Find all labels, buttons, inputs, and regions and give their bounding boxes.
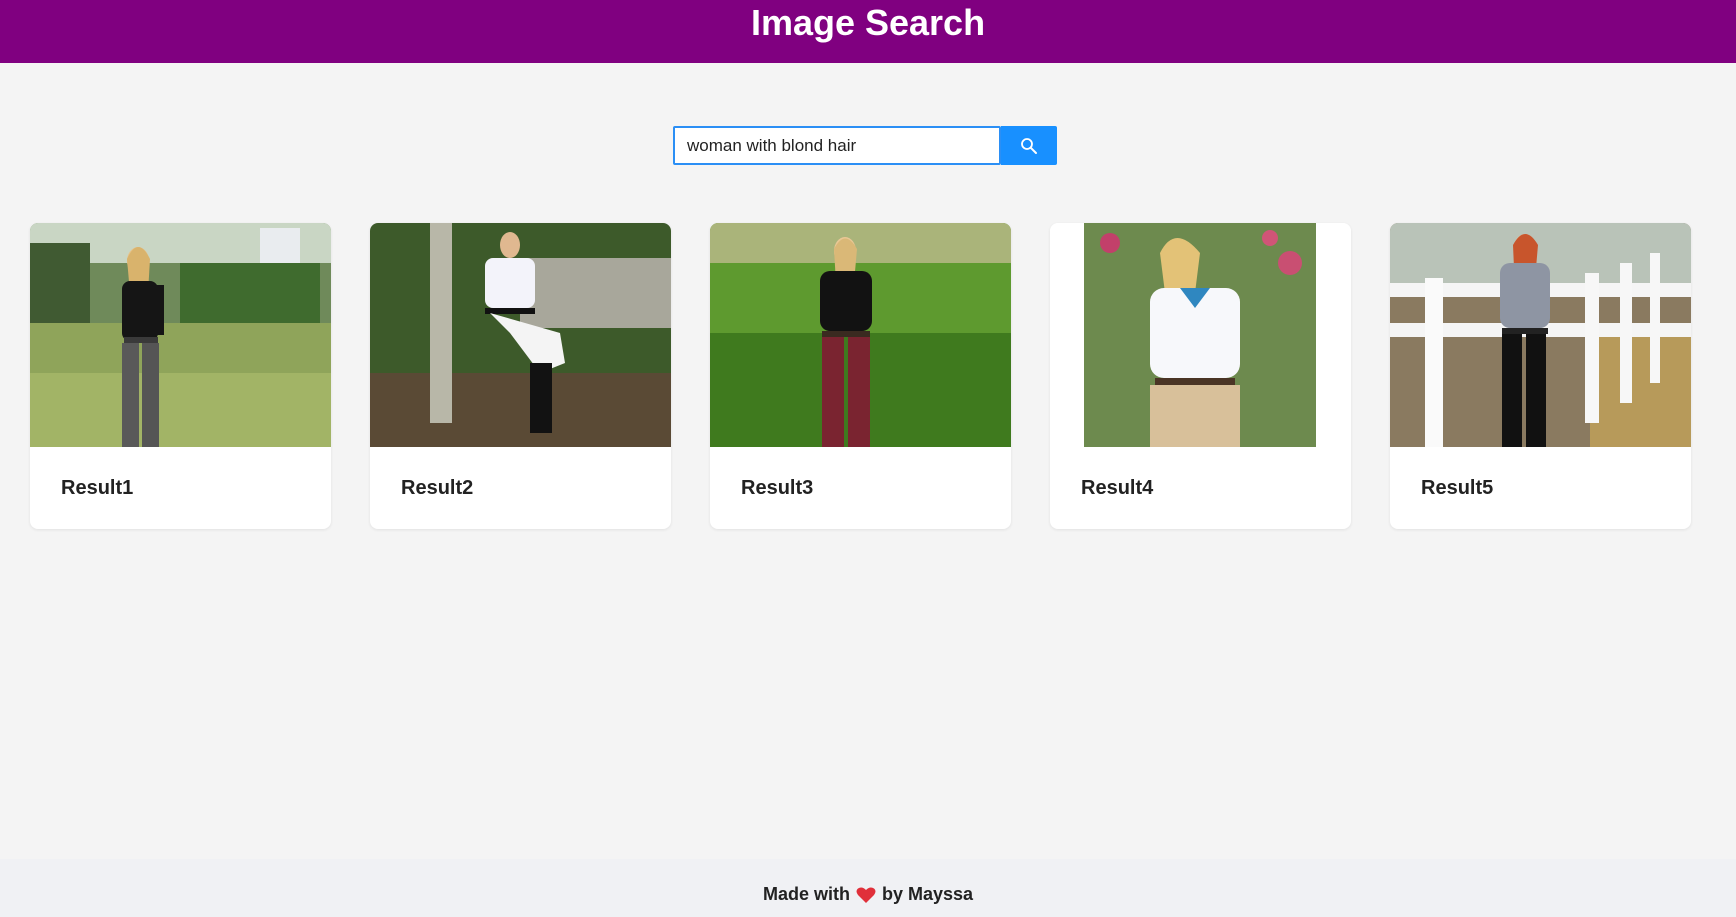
result-title[interactable]: Result2: [401, 477, 473, 500]
result-title[interactable]: Result1: [61, 477, 133, 500]
footer: Made with by Mayssa: [0, 859, 1736, 917]
app-header: Image Search: [0, 0, 1736, 63]
result-card[interactable]: Result4: [1050, 223, 1351, 529]
search-form: [673, 126, 1057, 165]
footer-made-with: Made with: [762, 884, 850, 904]
result-card[interactable]: Result1: [30, 223, 331, 529]
result-title[interactable]: Result4: [1081, 477, 1153, 500]
result-title[interactable]: Result5: [1421, 477, 1493, 500]
result-card[interactable]: Result5: [1390, 223, 1691, 529]
footer-credit: Made with by Mayssa: [763, 884, 973, 905]
page-title: Image Search: [750, 2, 986, 43]
result-image[interactable]: [370, 223, 671, 447]
heart-icon: [856, 887, 876, 903]
footer-author: by Mayssa: [881, 884, 974, 904]
search-input[interactable]: [673, 126, 1001, 165]
result-card[interactable]: Result2: [370, 223, 671, 529]
search-button[interactable]: [1001, 126, 1057, 165]
result-image[interactable]: [1390, 223, 1691, 447]
search-icon: [1021, 137, 1037, 154]
result-image[interactable]: [1050, 223, 1351, 447]
result-card[interactable]: Result3: [710, 223, 1011, 529]
result-title[interactable]: Result3: [741, 477, 813, 500]
result-image[interactable]: [710, 223, 1011, 447]
result-image[interactable]: [30, 223, 331, 447]
